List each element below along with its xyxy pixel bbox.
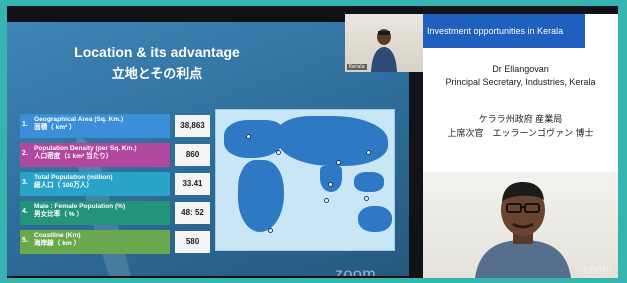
stat-label-ja: 面積（ km² ） (34, 124, 76, 131)
speaker-org-ja: ケララ州政府 産業局 (478, 114, 563, 124)
info-header: Investment opportunities in Kerala (423, 14, 585, 48)
zoom-watermark: zoom (335, 266, 377, 276)
world-map (215, 109, 395, 251)
stat-label-en: Geographical Area (Sq. Km.) (34, 116, 124, 123)
stats-list: 1. Geographical Area (Sq. Km.) 面積（ km² ）… (20, 114, 210, 259)
speaker-role-ja: 上席次官 エッラーンゴヴァン 博士 (447, 128, 594, 138)
australia-landmass (358, 206, 392, 232)
stat-row-coastline: 5. Coastline (Km) 海岸線（ km ） 580 (20, 230, 210, 254)
map-pin-icon (366, 150, 371, 155)
stat-value: 38,863 (175, 115, 210, 137)
stat-number: 1. (22, 121, 28, 128)
slide-title-en: Location & its advantage (74, 44, 240, 60)
stat-label-ja: 男女比率（ % ） (34, 211, 84, 218)
stat-row-population: 3. Total Population (million) 総人口（ 100万人… (20, 172, 210, 196)
stat-label-en: Male : Female Population (%) (34, 203, 126, 210)
presenter-person-icon (371, 29, 397, 72)
india-landmass (320, 166, 342, 192)
map-pin-icon (246, 134, 251, 139)
map-pin-icon (328, 182, 333, 187)
stat-number: 3. (22, 179, 28, 186)
stat-number: 2. (22, 150, 28, 157)
stat-value: 580 (175, 231, 210, 253)
map-pin-icon (276, 150, 281, 155)
map-pin-icon (336, 160, 341, 165)
africa-landmass (238, 160, 284, 232)
speaker-info-panel: Investment opportunities in Kerala Dr El… (423, 14, 618, 172)
slide-title-ja: 立地とその利点 (111, 66, 203, 81)
stat-row-area: 1. Geographical Area (Sq. Km.) 面積（ km² ）… (20, 114, 210, 138)
participant-name: Kerala (347, 64, 367, 70)
southeast-asia-landmass (354, 172, 384, 192)
stat-row-density: 2. Population Density (per Sq. Km.) 人口密度… (20, 143, 210, 167)
stat-value: 860 (175, 144, 210, 166)
speaker-person-icon (475, 182, 571, 278)
stat-value: 48: 52 (175, 202, 210, 224)
stat-value: 33.41 (175, 173, 210, 195)
stat-number: 5. (22, 237, 28, 244)
speaker-name: Dr Ellangovan (492, 64, 549, 74)
meeting-frame: Location & its advantage 立地とその利点 1. Geog… (7, 6, 618, 278)
presenter-thumbnail[interactable]: Kerala (345, 14, 423, 72)
stat-label-ja: 総人口（ 100万人） (34, 182, 93, 189)
map-pin-icon (364, 196, 369, 201)
map-pin-icon (324, 198, 329, 203)
stat-label-en: Total Population (million) (34, 174, 113, 181)
stat-label-ja: 海岸線（ km ） (34, 240, 81, 247)
stat-label-en: Population Density (per Sq. Km.) (34, 145, 137, 152)
speaker-video[interactable]: zoom (423, 172, 618, 278)
speaker-role: Principal Secretary, Industries, Kerala (445, 77, 596, 87)
map-pin-icon (268, 228, 273, 233)
europe-landmass (224, 120, 284, 158)
asia-landmass (278, 116, 388, 166)
stat-label-ja: 人口密度（1 km² 当たり） (34, 153, 113, 160)
stat-row-gender-ratio: 4. Male : Female Population (%) 男女比率（ % … (20, 201, 210, 225)
stat-label-en: Coastline (Km) (34, 232, 81, 239)
zoom-watermark-video: zoom (583, 264, 612, 276)
stat-number: 4. (22, 208, 28, 215)
